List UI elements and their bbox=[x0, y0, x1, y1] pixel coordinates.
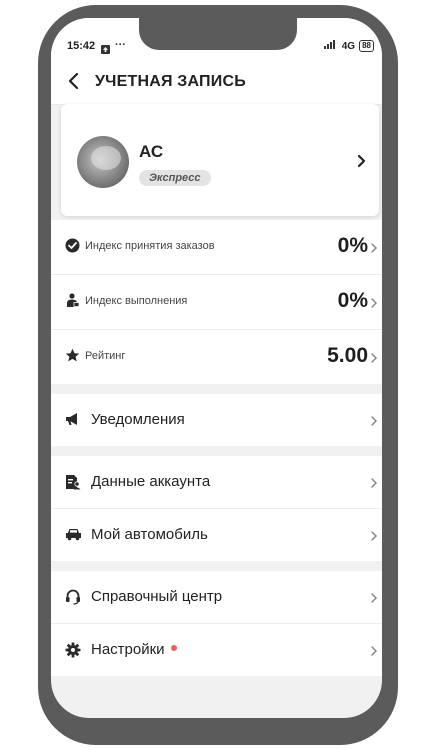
metric-value: 0% bbox=[337, 234, 368, 257]
page-header: УЧЕТНАЯ ЗАПИСЬ bbox=[51, 60, 382, 105]
metrics-list: Индекс принятия заказов 0% Индекс выполн… bbox=[51, 220, 382, 384]
account-group: Данные аккаунта Мой автомобиль bbox=[51, 456, 382, 561]
chevron-right-icon bbox=[370, 414, 378, 432]
chevron-right-icon bbox=[370, 644, 378, 662]
page-title: УЧЕТНАЯ ЗАПИСЬ bbox=[95, 73, 246, 90]
status-right: 4G 88 bbox=[323, 40, 374, 52]
more-notifications-icon: ··· bbox=[115, 39, 126, 51]
chevron-right-icon bbox=[370, 591, 378, 609]
profile-card[interactable]: АС Экспресс bbox=[61, 104, 379, 216]
metric-label: Индекс принятия заказов bbox=[85, 240, 215, 252]
car-icon bbox=[65, 527, 82, 546]
metric-completion-rate[interactable]: Индекс выполнения 0% bbox=[51, 275, 382, 330]
chevron-right-icon bbox=[370, 296, 378, 314]
star-icon bbox=[65, 348, 80, 368]
camera-notch bbox=[139, 18, 297, 50]
profile-name: АС bbox=[139, 142, 164, 161]
menu-item-settings[interactable]: Настройки bbox=[51, 624, 382, 676]
battery-level: 88 bbox=[359, 40, 374, 52]
menu-item-notifications[interactable]: Уведомления bbox=[51, 394, 382, 446]
status-time: 15:42 bbox=[67, 40, 96, 52]
service-badge: Экспресс bbox=[139, 170, 211, 186]
menu-item-my-car[interactable]: Мой автомобиль bbox=[51, 509, 382, 561]
gear-icon bbox=[65, 642, 81, 663]
settings-label: Настройки bbox=[91, 641, 165, 658]
back-arrow-icon[interactable] bbox=[67, 71, 81, 96]
metric-label: Рейтинг bbox=[85, 350, 126, 362]
notification-dot bbox=[170, 645, 177, 652]
metric-value: 0% bbox=[337, 289, 368, 312]
network-type: 4G bbox=[341, 40, 356, 52]
metric-acceptance-rate[interactable]: Индекс принятия заказов 0% bbox=[51, 220, 382, 275]
chevron-right-icon bbox=[370, 476, 378, 494]
menu-label: Уведомления bbox=[91, 411, 185, 428]
megaphone-icon bbox=[65, 412, 81, 432]
headset-icon bbox=[65, 589, 81, 610]
menu-label: Мой автомобиль bbox=[91, 526, 208, 543]
chevron-right-icon bbox=[370, 241, 378, 259]
menu-item-account-data[interactable]: Данные аккаунта bbox=[51, 456, 382, 509]
chevron-right-icon bbox=[357, 154, 367, 173]
upload-notification-icon bbox=[101, 41, 110, 59]
app-screen: 15:42 ··· 4G 88 УЧЕТНАЯ ЗАПИСЬ АС Экспре… bbox=[51, 18, 382, 718]
menu-label: Справочный центр bbox=[91, 588, 223, 605]
metric-rating[interactable]: Рейтинг 5.00 bbox=[51, 330, 382, 384]
help-group: Справочный центр Настройки bbox=[51, 571, 382, 676]
account-document-icon bbox=[65, 474, 81, 495]
signal-icon bbox=[323, 40, 338, 52]
avatar bbox=[77, 136, 129, 188]
metric-value: 5.00 bbox=[327, 344, 368, 367]
courier-icon bbox=[65, 293, 80, 313]
notifications-group: Уведомления bbox=[51, 394, 382, 446]
metric-label: Индекс выполнения bbox=[85, 295, 188, 307]
menu-label: Данные аккаунта bbox=[91, 473, 211, 490]
chevron-right-icon bbox=[370, 351, 378, 369]
menu-item-help-center[interactable]: Справочный центр bbox=[51, 571, 382, 624]
check-circle-icon bbox=[65, 238, 80, 258]
menu-label: Настройки bbox=[91, 641, 177, 658]
chevron-right-icon bbox=[370, 529, 378, 547]
